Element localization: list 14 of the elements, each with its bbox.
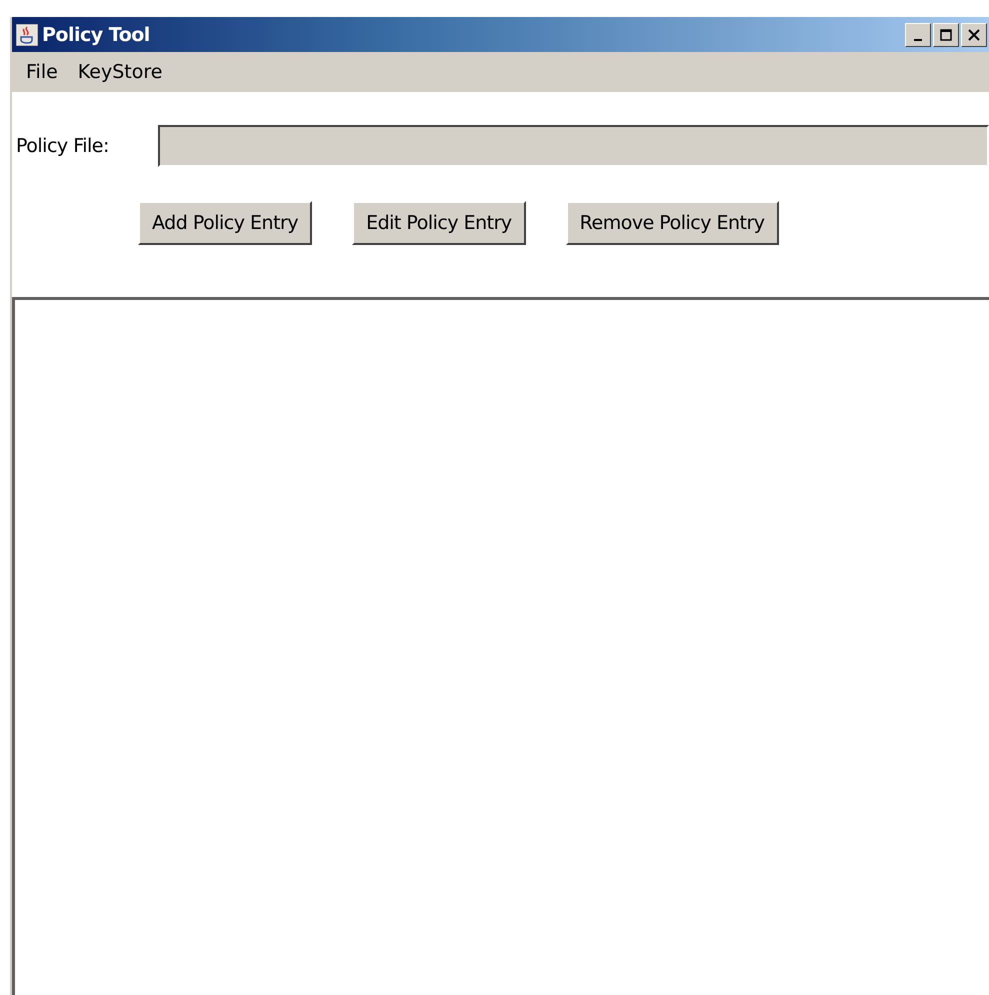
policy-file-field[interactable]: [158, 125, 989, 167]
close-icon: [968, 28, 980, 40]
window-title: Policy Tool: [42, 24, 151, 46]
minimize-button[interactable]: [905, 22, 931, 46]
maximize-icon: [940, 28, 952, 40]
close-button[interactable]: [961, 22, 987, 46]
policy-entry-button[interactable]: Edit Policy Entry: [352, 201, 526, 245]
menu-item[interactable]: KeyStore: [68, 61, 172, 83]
field-label: Policy File:: [16, 135, 110, 157]
maximize-button[interactable]: [933, 22, 959, 46]
menu-item[interactable]: File: [16, 61, 68, 83]
minimize-icon: [914, 38, 922, 40]
policy-entry-button[interactable]: Add Policy Entry: [138, 201, 312, 245]
policy-entry-button[interactable]: Remove Policy Entry: [566, 201, 779, 245]
